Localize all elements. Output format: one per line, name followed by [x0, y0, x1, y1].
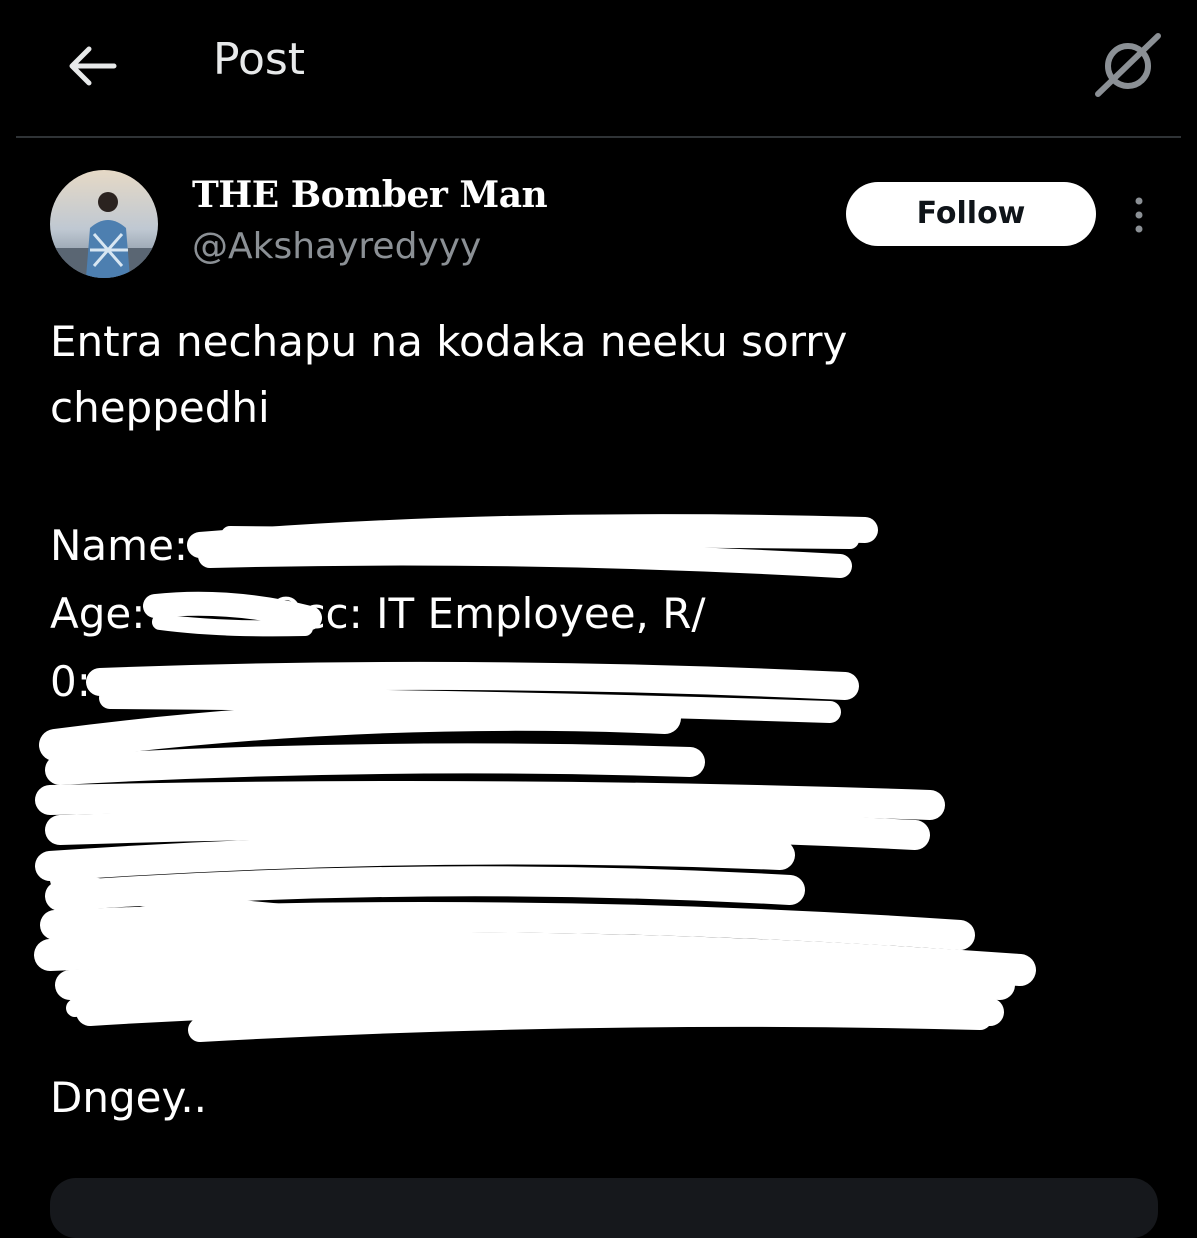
post-line: Name:: [50, 521, 189, 570]
occupation-text: Occ: IT Employee, R/: [269, 589, 706, 638]
grok-icon: [1095, 33, 1161, 97]
page-title: Post: [213, 34, 306, 85]
post-line: Entra nechapu na kodaka neeku sorry: [50, 317, 848, 366]
more-vertical-icon: [1135, 197, 1143, 233]
reply-card: [50, 1178, 1158, 1238]
header-divider: [16, 136, 1181, 138]
avatar[interactable]: [50, 170, 158, 278]
post-line: Dngey..: [50, 1073, 208, 1122]
follow-button[interactable]: Follow: [846, 182, 1096, 246]
author-handle[interactable]: @Akshayredyyy: [192, 226, 481, 267]
top-bar: Post: [0, 0, 1197, 136]
grok-button[interactable]: [1092, 32, 1162, 98]
author-display-name[interactable]: THE Bomber Man: [192, 174, 548, 216]
back-button[interactable]: [62, 36, 122, 96]
post-line: Age: Occ: IT Employee, R/: [50, 584, 706, 644]
post-line: cheppedhi: [50, 383, 270, 432]
more-options-button[interactable]: [1124, 195, 1154, 235]
avatar-photo: [50, 170, 158, 278]
arrow-left-icon: [69, 46, 117, 86]
age-label: Age:: [50, 589, 146, 638]
post-line: 0:: [50, 657, 91, 706]
